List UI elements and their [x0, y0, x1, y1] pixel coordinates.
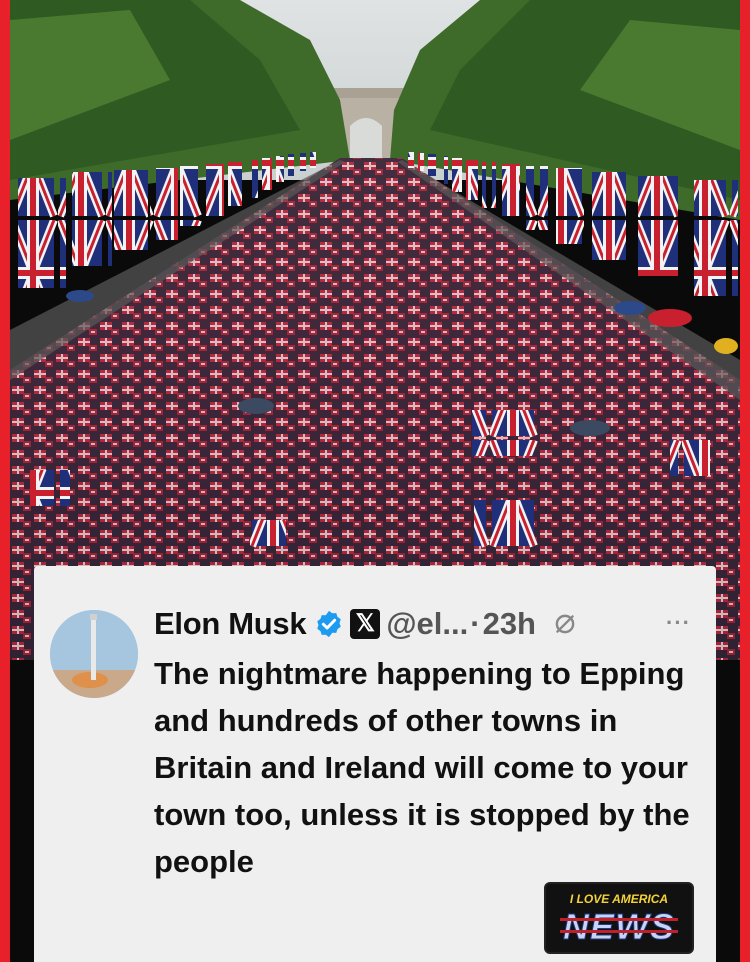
i-love-america-news-watermark: I LOVE AMERICA NEWS [544, 882, 694, 954]
verified-badge-icon [317, 610, 342, 638]
screenshot-content: Elon Musk 𝕏 @el... · 23h ··· The nightma… [10, 0, 740, 962]
tweet-text: The nightmare happening to Epping and hu… [154, 656, 690, 879]
crowd-photo [10, 0, 740, 660]
x-logo-icon: 𝕏 [350, 609, 381, 639]
watermark-line1: I LOVE AMERICA [569, 892, 669, 906]
author-name[interactable]: Elon Musk [154, 606, 307, 642]
more-icon[interactable]: ··· [666, 610, 691, 636]
watermark-line2: NEWS [563, 906, 675, 948]
tweet-timestamp[interactable]: 23h [483, 606, 536, 642]
watermark-stripe [560, 930, 678, 933]
separator-dot: · [470, 606, 481, 641]
avatar[interactable] [50, 610, 138, 698]
tweet-header: Elon Musk 𝕏 @el... · 23h [154, 604, 578, 644]
watermark-stripe [560, 918, 678, 921]
grok-icon[interactable] [552, 611, 578, 637]
author-handle[interactable]: @el... [386, 606, 468, 642]
